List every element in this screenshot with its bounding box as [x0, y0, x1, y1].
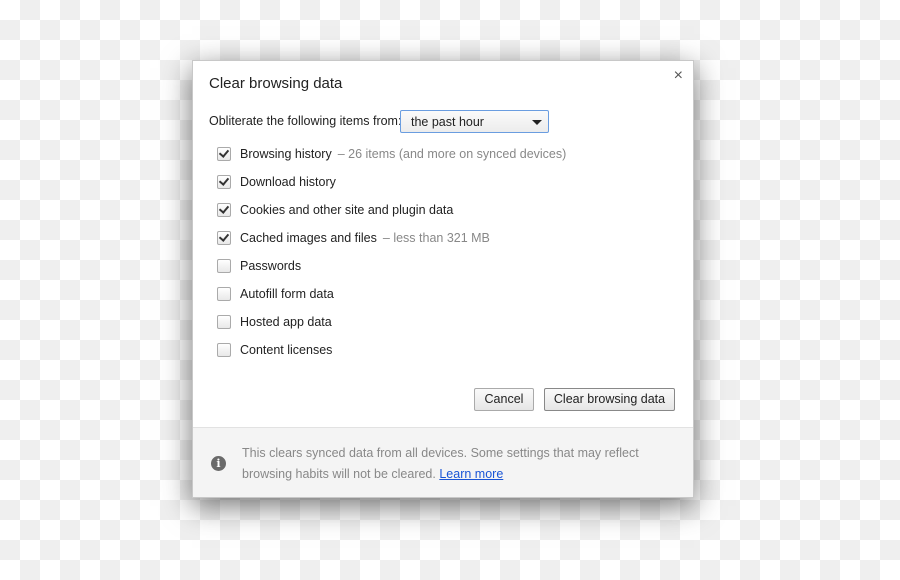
item-detail: – 26 items (and more on synced devices): [337, 147, 567, 161]
item-detail: – less than 321 MB: [382, 231, 490, 245]
dialog-footer: i This clears synced data from all devic…: [193, 427, 693, 497]
clear-browsing-data-dialog: Clear browsing data × Obliterate the fol…: [192, 60, 694, 498]
checkbox[interactable]: [217, 315, 231, 329]
checkbox-row[interactable]: Browsing history – 26 items (and more on…: [217, 144, 566, 164]
checkbox[interactable]: [217, 147, 231, 161]
clear-browsing-data-button[interactable]: Clear browsing data: [544, 388, 675, 411]
time-range-value: the past hour: [411, 115, 484, 129]
checkbox[interactable]: [217, 231, 231, 245]
checkbox-label: Browsing history: [240, 147, 332, 161]
checkbox[interactable]: [217, 203, 231, 217]
checkbox[interactable]: [217, 259, 231, 273]
checkbox-label: Content licenses: [240, 343, 333, 357]
checkbox-row[interactable]: Hosted app data: [217, 312, 332, 332]
checkbox-row[interactable]: Autofill form data: [217, 284, 334, 304]
cancel-button[interactable]: Cancel: [474, 388, 534, 411]
footer-text: This clears synced data from all devices…: [242, 446, 639, 481]
info-icon: i: [211, 456, 226, 471]
checkbox-row[interactable]: Download history: [217, 172, 336, 192]
dialog-title: Clear browsing data: [209, 75, 343, 92]
checkbox-label: Cookies and other site and plugin data: [240, 203, 454, 217]
checkbox-label: Hosted app data: [240, 315, 332, 329]
checkbox[interactable]: [217, 175, 231, 189]
checkbox-row[interactable]: Passwords: [217, 256, 301, 276]
time-range-select[interactable]: the past hour: [400, 110, 549, 133]
learn-more-link[interactable]: Learn more: [439, 467, 503, 481]
checkbox[interactable]: [217, 287, 231, 301]
checkbox-row[interactable]: Content licenses: [217, 340, 332, 360]
time-range-label: Obliterate the following items from:: [209, 114, 402, 128]
checkbox-label: Autofill form data: [240, 287, 334, 301]
chevron-down-icon: [532, 120, 542, 125]
close-icon[interactable]: ×: [674, 67, 683, 85]
checkbox-label: Cached images and files: [240, 231, 377, 245]
checkbox[interactable]: [217, 343, 231, 357]
checkbox-row[interactable]: Cached images and files – less than 321 …: [217, 228, 490, 248]
checkbox-label: Download history: [240, 175, 336, 189]
checkbox-label: Passwords: [240, 259, 302, 273]
checkbox-row[interactable]: Cookies and other site and plugin data: [217, 200, 453, 220]
